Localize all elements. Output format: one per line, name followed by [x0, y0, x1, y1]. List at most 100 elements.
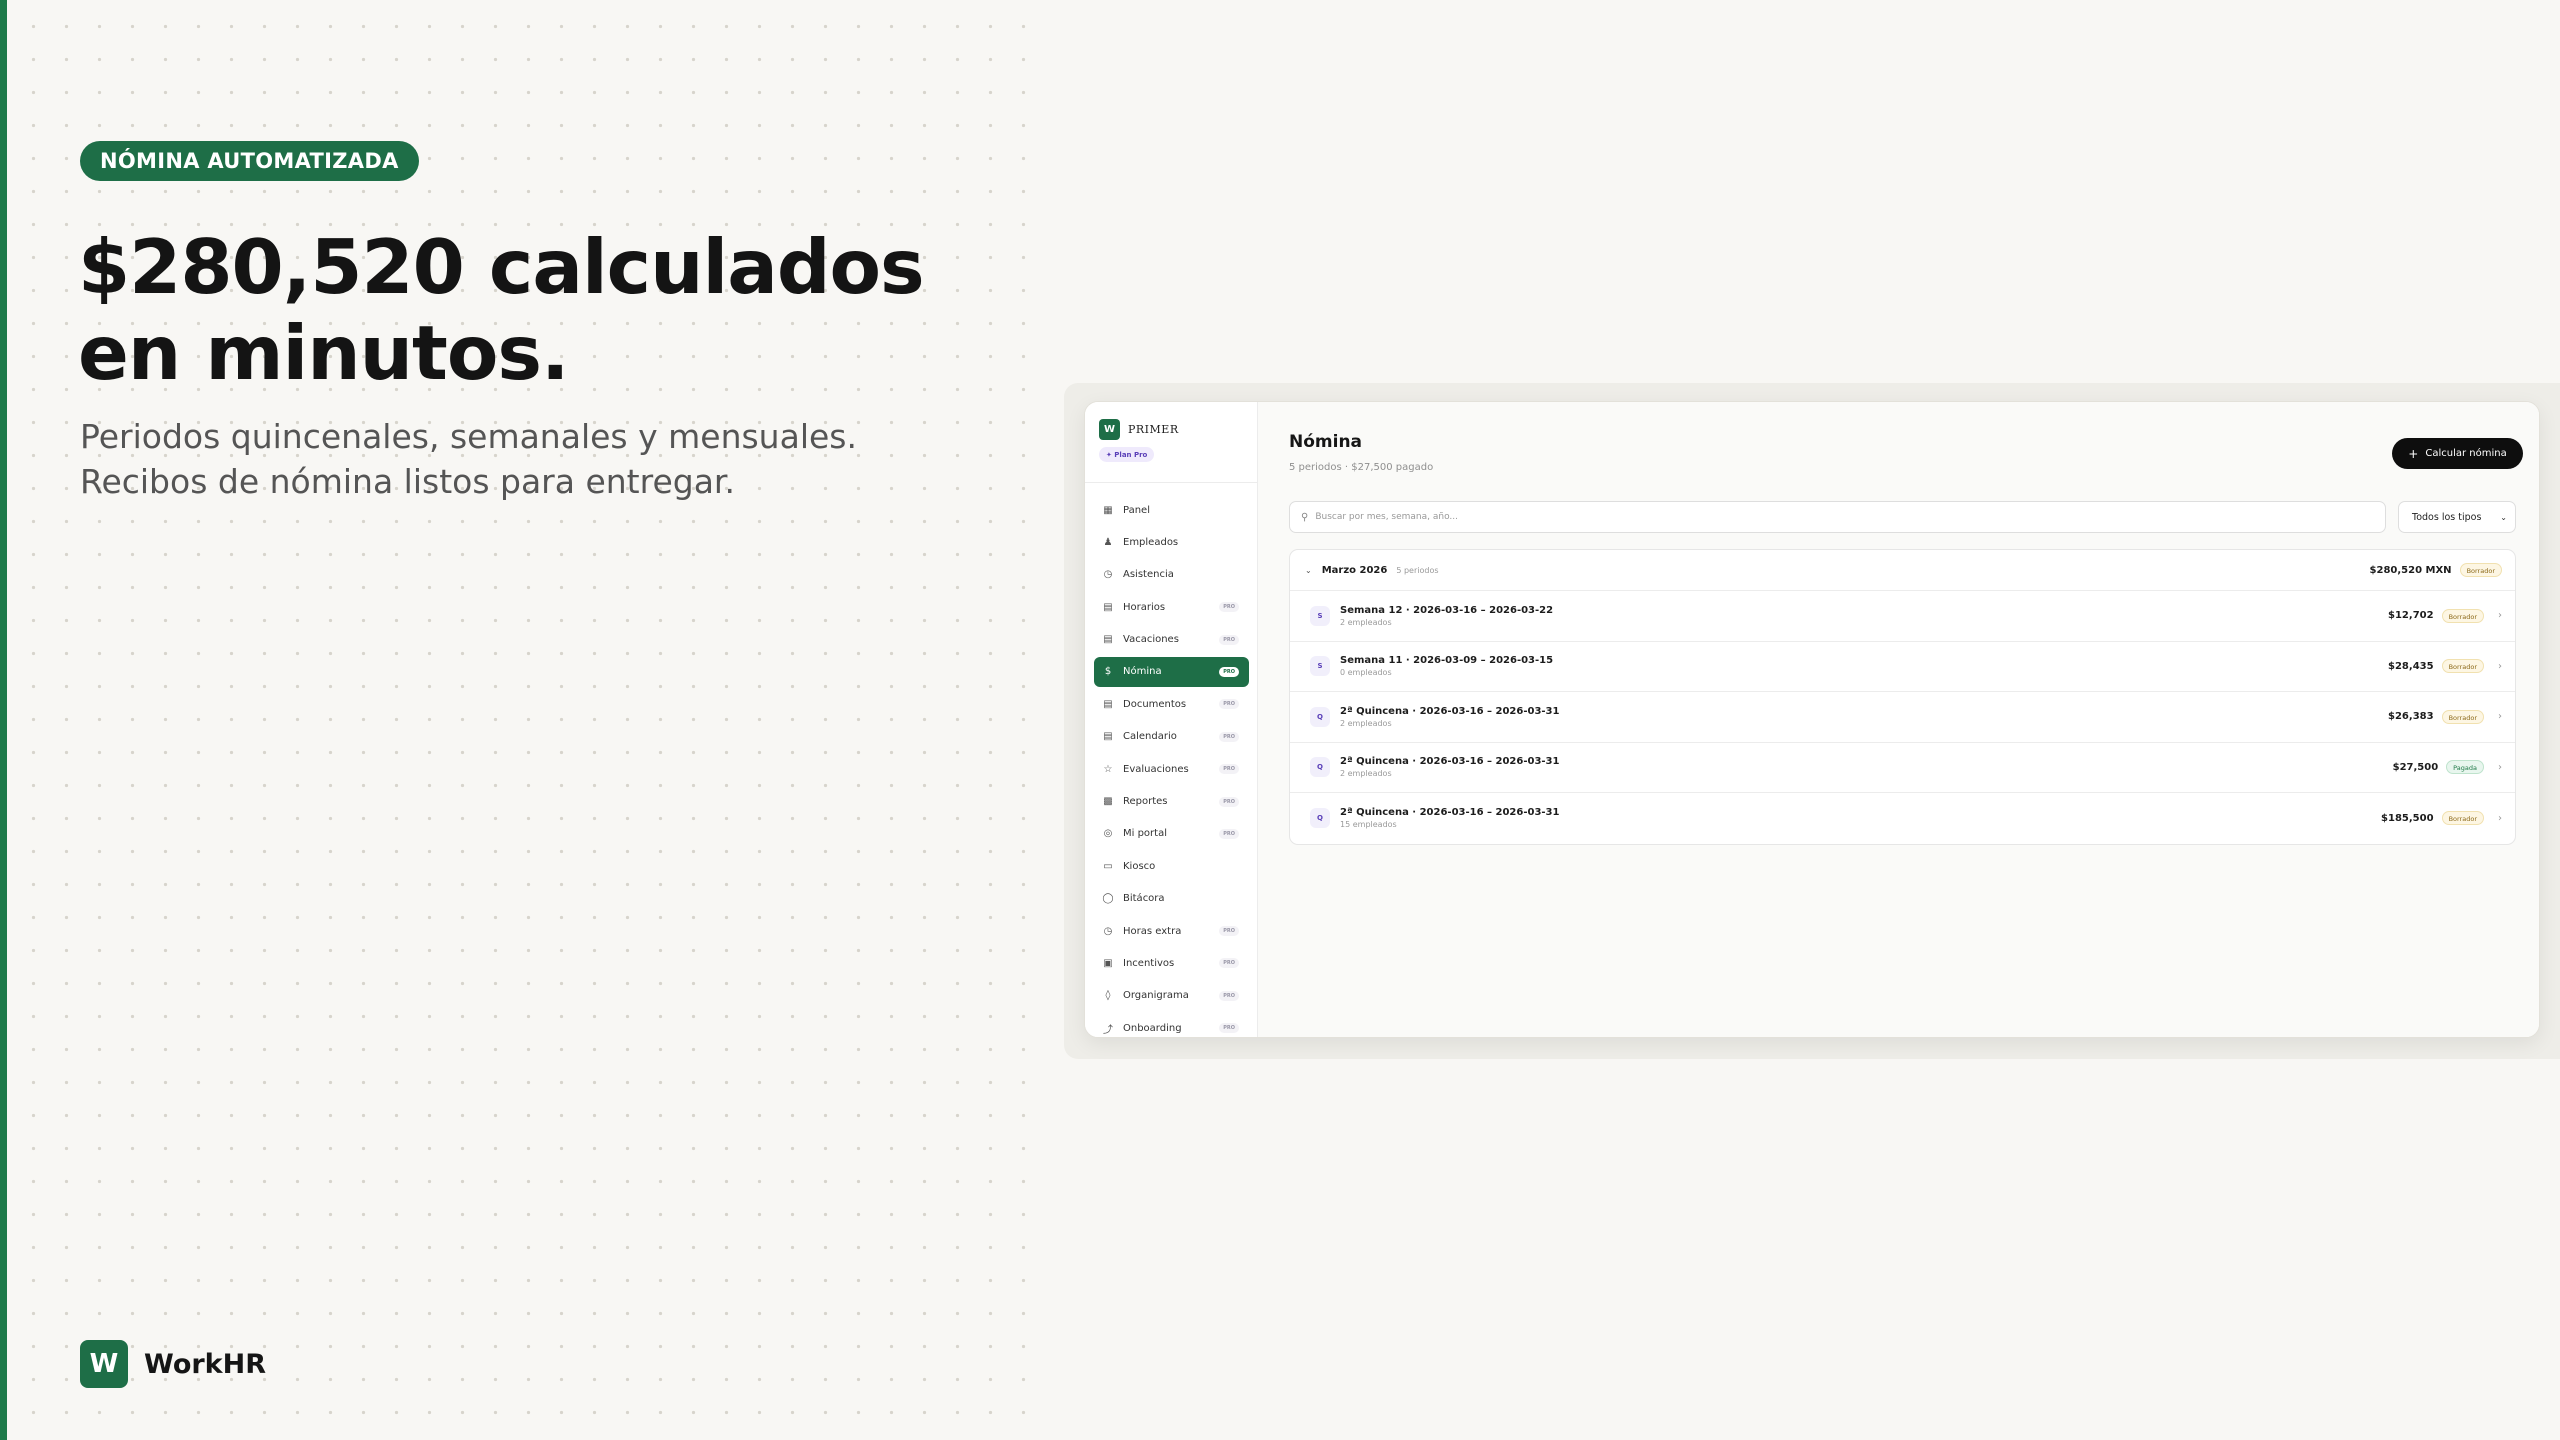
period-name: Semana 12 · 2026-03-16 – 2026-03-22: [1340, 604, 1554, 616]
period-amount: $28,435: [2388, 660, 2434, 672]
plan-badge: ✦ Plan Pro: [1099, 447, 1155, 462]
sidebar-item-label: Evaluaciones: [1123, 763, 1189, 775]
gift-icon: ▣: [1103, 957, 1113, 969]
period-name: 2ª Quincena · 2026-03-16 – 2026-03-31: [1340, 705, 1560, 717]
sidebar-item-empleados[interactable]: ♟ Empleados: [1094, 527, 1249, 557]
period-employees: 15 empleados: [1340, 820, 1397, 830]
search-icon: ⚲: [1301, 511, 1309, 523]
payroll-period-row[interactable]: S Semana 12 · 2026-03-16 – 2026-03-22 2 em…: [1290, 591, 2515, 642]
month-group-header[interactable]: ⌄ Marzo 2026 5 periodos $280,520 MXN Bor…: [1290, 550, 2515, 591]
main-content: Nómina 5 periodos · $27,500 pagado + Cal…: [1258, 402, 2539, 1037]
period-employees: 2 empleados: [1340, 617, 1392, 627]
org-switcher[interactable]: W PRIMER: [1099, 419, 1257, 440]
org-logo: W: [1099, 419, 1120, 440]
sidebar-item-kiosco[interactable]: ▭ Kiosco: [1094, 851, 1249, 881]
sidebar-item-label: Organigrama: [1123, 990, 1189, 1002]
month-group-amount: $280,520 MXN: [2369, 564, 2452, 576]
pro-badge: PRO: [1219, 828, 1239, 839]
sidebar-header: W PRIMER ✦ Plan Pro: [1085, 402, 1257, 483]
type-filter-select[interactable]: Todos los tipos ⌄: [2398, 501, 2516, 533]
pro-badge: PRO: [1219, 926, 1239, 937]
sidebar-nav: ▦ Panel ♟ Empleados ◷ Asistencia ▤ Horarios PRO ▤…: [1085, 483, 1257, 1037]
sidebar-item-onboarding[interactable]: ⤴ Onboarding PRO: [1094, 1013, 1249, 1037]
status-badge: Borrador: [2441, 659, 2484, 674]
chevron-down-icon: ⌄: [2500, 512, 2507, 522]
period-type-badge: S: [1310, 656, 1330, 677]
month-group-count: 5 periodos: [1396, 565, 1439, 575]
pro-badge: PRO: [1219, 990, 1239, 1001]
month-group-name: Marzo 2026: [1321, 564, 1388, 576]
chevron-right-icon: ›: [2498, 610, 2502, 622]
sidebar-item-nomina[interactable]: $ Nómina PRO: [1094, 656, 1249, 687]
grid-icon: ▦: [1103, 504, 1113, 516]
search-box: ⚲: [1289, 501, 2386, 533]
payroll-periods-table: ⌄ Marzo 2026 5 periodos $280,520 MXN Bor…: [1289, 549, 2516, 845]
sidebar-item-horarios[interactable]: ▤ Horarios PRO: [1094, 592, 1249, 622]
brand-name: WorkHR: [144, 1348, 267, 1380]
pro-badge: PRO: [1219, 764, 1239, 775]
sidebar-item-panel[interactable]: ▦ Panel: [1094, 495, 1249, 525]
sidebar-item-label: Horas extra: [1123, 925, 1182, 937]
calculate-payroll-button[interactable]: + Calcular nómina: [2392, 438, 2523, 469]
users-icon: ♟: [1103, 536, 1113, 548]
sidebar-item-bitacora[interactable]: ◯ Bitácora: [1094, 884, 1249, 914]
sidebar-item-label: Bitácora: [1123, 893, 1165, 905]
sidebar-item-label: Empleados: [1123, 536, 1179, 548]
period-type-badge: Q: [1310, 706, 1330, 727]
sidebar-item-incentivos[interactable]: ▣ Incentivos PRO: [1094, 948, 1249, 978]
sidebar-item-label: Reportes: [1123, 796, 1168, 808]
sidebar-item-organigrama[interactable]: ◊ Organigrama PRO: [1094, 981, 1249, 1011]
period-employees: 2 empleados: [1340, 718, 1392, 728]
sidebar-item-mi-portal[interactable]: ◎ Mi portal PRO: [1094, 819, 1249, 849]
sidebar-item-reportes[interactable]: ▩ Reportes PRO: [1094, 787, 1249, 817]
sidebar-item-label: Calendario: [1123, 731, 1177, 743]
star-icon: ☆: [1103, 763, 1113, 775]
period-employees: 2 empleados: [1340, 769, 1392, 779]
status-badge: Borrador: [2441, 811, 2484, 826]
dot-pattern-background: [7, 0, 1027, 1440]
search-input[interactable]: [1315, 512, 2316, 522]
payroll-period-row[interactable]: S Semana 11 · 2026-03-09 – 2026-03-15 0 em…: [1290, 642, 2515, 692]
payroll-period-row[interactable]: Q 2ª Quincena · 2026-03-16 – 2026-03-31 2 …: [1290, 692, 2515, 743]
hero-badge: NÓMINA AUTOMATIZADA: [80, 141, 419, 181]
sidebar-item-asistencia[interactable]: ◷ Asistencia: [1094, 560, 1249, 590]
calendar-icon: ▤: [1103, 601, 1113, 613]
plus-icon: +: [2408, 446, 2419, 461]
page-title: Nómina: [1289, 432, 1363, 452]
period-info: Semana 11 · 2026-03-09 – 2026-03-15 0 emp…: [1340, 654, 1553, 678]
chevron-down-icon: ⌄: [1305, 565, 1312, 575]
pro-badge: PRO: [1219, 1023, 1239, 1034]
pro-badge: PRO: [1219, 958, 1239, 969]
sidebar-item-horas-extra[interactable]: ◷ Horas extra PRO: [1094, 916, 1249, 946]
period-employees: 0 empleados: [1340, 668, 1392, 678]
period-info: 2ª Quincena · 2026-03-16 – 2026-03-31 2 e…: [1340, 705, 1559, 729]
calculate-payroll-label: Calcular nómina: [2425, 448, 2507, 459]
period-amount: $26,383: [2388, 711, 2434, 723]
payroll-period-row[interactable]: Q 2ª Quincena · 2026-03-16 – 2026-03-31 15…: [1290, 793, 2515, 844]
sidebar-item-evaluaciones[interactable]: ☆ Evaluaciones PRO: [1094, 754, 1249, 784]
type-filter-value: Todos los tipos: [2412, 511, 2482, 523]
period-name: 2ª Quincena · 2026-03-16 – 2026-03-31: [1340, 807, 1560, 819]
pro-badge: PRO: [1219, 666, 1239, 677]
hero-title-line: $280,520 calculados: [78, 223, 925, 311]
clock-icon: ◷: [1103, 925, 1113, 937]
onboarding-icon: ⤴: [1103, 1024, 1113, 1036]
pro-badge: PRO: [1219, 699, 1239, 710]
brand-footer: W WorkHR: [80, 1340, 266, 1388]
sidebar-item-vacaciones[interactable]: ▤ Vacaciones PRO: [1094, 625, 1249, 655]
clock-icon: ◷: [1103, 569, 1113, 581]
pro-badge: PRO: [1219, 634, 1239, 645]
sidebar-item-label: Nómina: [1123, 666, 1162, 678]
period-info: 2ª Quincena · 2026-03-16 – 2026-03-31 15 …: [1340, 806, 1559, 830]
bar-chart-icon: ▩: [1103, 796, 1113, 808]
sidebar-item-label: Incentivos: [1123, 957, 1175, 969]
sidebar-item-documentos[interactable]: ▤ Documentos PRO: [1094, 689, 1249, 719]
shield-icon: ◯: [1102, 893, 1114, 905]
sidebar-item-calendario[interactable]: ▤ Calendario PRO: [1094, 722, 1249, 752]
hero-subtitle-line: Recibos de nómina listos para entregar.: [80, 462, 735, 501]
period-name: 2ª Quincena · 2026-03-16 – 2026-03-31: [1340, 756, 1560, 768]
period-amount: $185,500: [2381, 812, 2434, 824]
payroll-period-row[interactable]: Q 2ª Quincena · 2026-03-16 – 2026-03-31 2 …: [1290, 743, 2515, 793]
sidebar-item-label: Asistencia: [1123, 569, 1174, 581]
sidebar-item-label: Panel: [1123, 504, 1150, 516]
